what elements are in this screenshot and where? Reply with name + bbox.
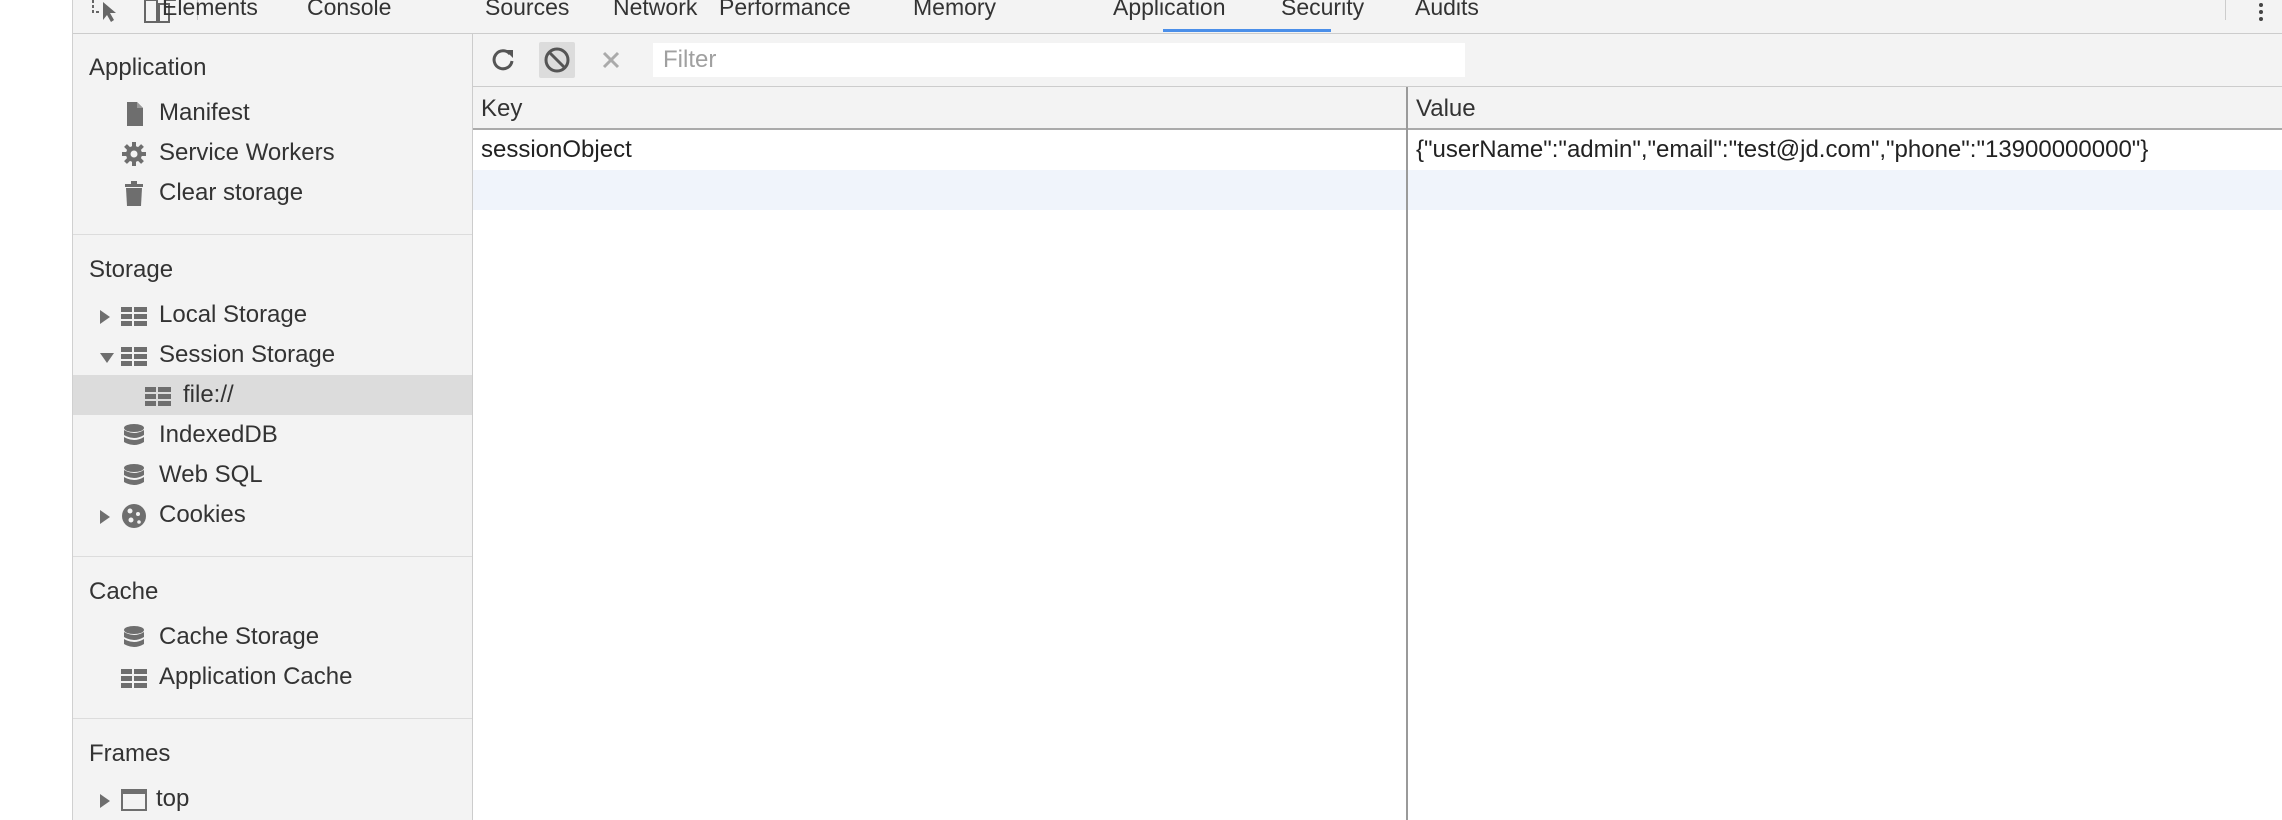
sidebar-item-service-workers[interactable]: Service Workers	[73, 133, 472, 173]
toolbar-divider	[2225, 0, 2226, 20]
sidebar-item-label: Application Cache	[159, 663, 353, 690]
table-row[interactable]: sessionObject {"userName":"admin","email…	[473, 130, 2282, 170]
trash-icon	[121, 181, 147, 207]
tab-audits[interactable]: Audits	[1415, 0, 1479, 33]
page-gutter	[0, 0, 73, 820]
refresh-icon	[492, 49, 514, 71]
frame-icon	[121, 787, 147, 813]
gear-icon	[121, 141, 147, 167]
sidebar-item-label: Local Storage	[159, 301, 308, 328]
sidebar-item-clear-storage[interactable]: Clear storage	[73, 173, 472, 213]
section-divider	[73, 718, 472, 719]
tab-elements[interactable]: Elements	[162, 0, 258, 33]
tab-memory[interactable]: Memory	[913, 0, 996, 33]
sidebar-item-label: Cookies	[159, 501, 246, 528]
sidebar-item-top[interactable]: top	[73, 779, 472, 819]
column-divider[interactable]	[1406, 87, 1408, 820]
sidebar-item-indexeddb[interactable]: IndexedDB	[73, 415, 472, 455]
sidebar-item-cache-storage[interactable]: Cache Storage	[73, 617, 472, 657]
storage-data-grid: Key Value sessionObject {"userName":"adm…	[473, 87, 2282, 820]
application-sidebar: Application Manifest Service Workers Clear…	[73, 34, 473, 820]
inspect-element-icon[interactable]	[91, 0, 121, 24]
section-title-application: Application	[89, 54, 207, 81]
grid-icon	[145, 383, 171, 409]
refresh-button[interactable]	[485, 42, 521, 78]
grid-icon	[121, 303, 147, 329]
section-divider	[73, 234, 472, 235]
delete-selected-button[interactable]	[593, 42, 629, 78]
sidebar-item-label: file://	[183, 381, 234, 408]
sidebar-item-session-storage[interactable]: Session Storage	[73, 335, 472, 375]
clear-all-button[interactable]	[539, 42, 575, 78]
section-title-cache: Cache	[89, 578, 159, 605]
column-header-key[interactable]: Key	[481, 95, 522, 123]
expand-arrow-right-icon[interactable]	[100, 794, 110, 808]
database-icon	[121, 463, 147, 489]
sidebar-item-manifest[interactable]: Manifest	[73, 93, 472, 133]
sidebar-item-label: Session Storage	[159, 341, 336, 368]
grid-icon	[121, 343, 147, 369]
document-icon	[121, 101, 147, 127]
sidebar-item-label: Service Workers	[159, 139, 335, 166]
database-icon	[121, 625, 147, 651]
expand-arrow-right-icon[interactable]	[100, 310, 110, 324]
sidebar-item-file[interactable]: file://	[73, 375, 472, 415]
section-title-frames: Frames	[89, 740, 171, 767]
sidebar-item-web-sql[interactable]: Web SQL	[73, 455, 472, 495]
sidebar-item-label: Manifest	[159, 99, 250, 126]
tab-console[interactable]: Console	[307, 0, 391, 33]
sidebar-item-label: Clear storage	[159, 179, 304, 206]
close-icon	[602, 51, 620, 69]
empty-row[interactable]	[473, 170, 2282, 210]
grid-icon	[121, 665, 147, 691]
tab-performance[interactable]: Performance	[719, 0, 851, 33]
block-icon	[544, 47, 570, 73]
storage-toolbar	[473, 34, 2282, 87]
devtools-tab-bar: Elements Console Sources Network Performance…	[73, 0, 2282, 34]
cell-value: {"userName":"admin","email":"test@jd.com…	[1416, 136, 2149, 163]
filter-input[interactable]	[653, 43, 1465, 77]
expand-arrow-down-icon[interactable]	[100, 353, 114, 363]
sidebar-item-label: top	[156, 785, 190, 812]
sidebar-item-label: Web SQL	[159, 461, 263, 488]
active-tab-indicator	[1163, 29, 1331, 32]
database-icon	[121, 423, 147, 449]
tab-sources[interactable]: Sources	[485, 0, 569, 33]
expand-arrow-right-icon[interactable]	[100, 510, 110, 524]
tab-network[interactable]: Network	[613, 0, 697, 33]
more-options-icon[interactable]	[2258, 0, 2264, 24]
section-divider	[73, 556, 472, 557]
cell-key: sessionObject	[481, 136, 632, 163]
cookie-icon	[121, 503, 147, 529]
sidebar-item-application-cache[interactable]: Application Cache	[73, 657, 472, 697]
sidebar-item-label: IndexedDB	[159, 421, 278, 448]
section-title-storage: Storage	[89, 256, 174, 283]
sidebar-item-cookies[interactable]: Cookies	[73, 495, 472, 535]
column-header-value[interactable]: Value	[1416, 95, 1476, 123]
sidebar-item-local-storage[interactable]: Local Storage	[73, 295, 472, 335]
grid-header: Key Value	[473, 87, 2282, 130]
sidebar-item-label: Cache Storage	[159, 623, 320, 650]
